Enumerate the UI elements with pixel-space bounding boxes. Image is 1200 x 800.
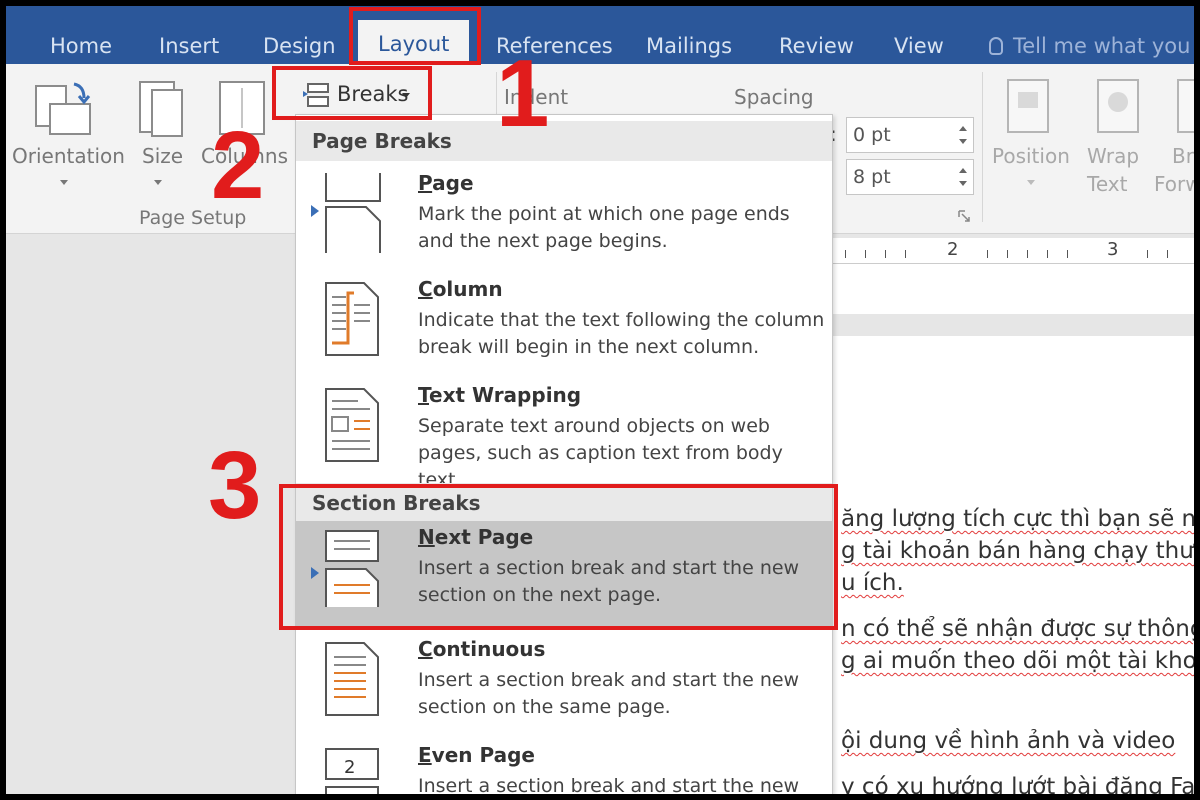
size-button[interactable]: Size — [142, 144, 183, 168]
tell-me-text: Tell me what you w — [1013, 34, 1194, 58]
ribbon-tab-bar: Home Insert Design Layout References Mai… — [6, 6, 1194, 64]
bring-forward-line1[interactable]: Brin — [1172, 144, 1194, 168]
title-rest: olumn — [432, 277, 503, 301]
menu-item-description: Mark the point at which one page ends an… — [418, 203, 790, 252]
highlight-layout-tab — [349, 7, 481, 65]
dialog-launcher-icon[interactable] — [958, 210, 970, 222]
spacing-label: Spacing — [734, 85, 814, 109]
document-page[interactable]: ăng lượng tích cực thì bạn sẽ nhậ g tài … — [831, 264, 1194, 794]
size-icon — [139, 81, 183, 137]
access-key: P — [418, 171, 433, 195]
menu-item-description: Insert a section break and start the new — [418, 775, 800, 794]
menu-item-column-break[interactable]: Column Indicate that the text following … — [296, 273, 832, 379]
menu-item-title: Page — [418, 171, 474, 195]
spacing-after-field[interactable]: 8 pt — [846, 159, 974, 195]
page-break-icon — [325, 173, 381, 253]
document-text-line: u ích. — [841, 570, 904, 596]
wrap-text-icon — [1097, 79, 1139, 133]
position-caret-icon — [1027, 180, 1035, 185]
menu-item-title: Continuous — [418, 637, 546, 661]
ribbon-separator — [982, 72, 983, 222]
menu-item-even-page[interactable]: 2 4 Even Page Insert a section break and… — [296, 739, 832, 794]
ruler-number-2: 2 — [947, 239, 959, 260]
step-number-2: 2 — [211, 112, 265, 219]
wrap-text-line2[interactable]: Text — [1087, 172, 1127, 196]
orientation-icon — [35, 82, 91, 135]
continuous-icon — [325, 642, 379, 716]
ruler-tick — [1067, 250, 1068, 258]
document-text-line: g ai muốn theo dõi một tài khoản l — [841, 648, 1194, 674]
document-text-line: ội dung về hình ảnh và video — [841, 728, 1176, 754]
menu-pointer-icon — [311, 205, 319, 217]
bring-forward-line2[interactable]: Forw — [1154, 172, 1194, 196]
highlight-next-page-section — [279, 484, 838, 630]
position-icon — [1007, 79, 1049, 133]
tab-home[interactable]: Home — [50, 28, 112, 64]
size-caret-icon — [154, 180, 162, 185]
menu-item-description: Insert a section break and start the new… — [418, 669, 800, 718]
document-gap — [831, 314, 1194, 336]
spacing-before-value: 0 pt — [853, 124, 891, 146]
tab-review[interactable]: Review — [779, 28, 854, 64]
orientation-caret-icon — [60, 180, 68, 185]
word-window: Home Insert Design Layout References Mai… — [6, 6, 1194, 794]
spin-up-icon[interactable] — [959, 126, 967, 131]
spin-down-icon[interactable] — [959, 181, 967, 186]
bring-forward-icon — [1177, 79, 1194, 133]
column-break-icon — [325, 282, 379, 356]
tab-mailings[interactable]: Mailings — [646, 28, 732, 64]
text-wrapping-icon — [325, 388, 379, 462]
spin-up-icon[interactable] — [959, 168, 967, 173]
menu-item-description: Indicate that the text following the col… — [418, 309, 825, 358]
horizontal-ruler: 2 3 — [831, 238, 1194, 264]
menu-item-description: Separate text around objects on web page… — [418, 415, 783, 491]
tell-me-box[interactable]: Tell me what you w — [989, 28, 1194, 64]
spacing-before-field[interactable]: 0 pt — [846, 117, 974, 153]
menu-item-title: Even Page — [418, 743, 535, 767]
ruler-tick — [1007, 250, 1008, 258]
orientation-button[interactable]: Orientation — [12, 144, 125, 168]
ruler-tick — [1027, 250, 1028, 258]
ruler-tick — [845, 250, 846, 258]
ruler-tick — [905, 250, 906, 258]
document-text-line: y có xu hướng lướt bài đăng Face — [841, 774, 1194, 794]
tab-design[interactable]: Design — [263, 28, 336, 64]
ruler-tick — [1167, 250, 1168, 258]
menu-item-title: Text Wrapping — [418, 383, 581, 407]
menu-item-continuous[interactable]: Continuous Insert a section break and st… — [296, 633, 832, 739]
menu-item-title: Column — [418, 277, 503, 301]
highlight-breaks-button — [272, 66, 432, 120]
menu-item-text-wrapping[interactable]: Text Wrapping Separate text around objec… — [296, 379, 832, 491]
ruler-tick — [885, 250, 886, 258]
ruler-tick — [1047, 250, 1048, 258]
svg-text:4: 4 — [344, 793, 355, 794]
menu-item-page-break[interactable]: Page Mark the point at which one page en… — [296, 167, 832, 273]
page-breaks-header: Page Breaks — [296, 121, 832, 161]
tab-view[interactable]: View — [894, 28, 944, 64]
document-text-line: n có thể sẽ nhận được sự thông c — [841, 616, 1194, 642]
step-number-1: 1 — [496, 40, 550, 147]
title-rest: age — [432, 171, 474, 195]
access-key: C — [418, 277, 433, 301]
step-number-3: 3 — [208, 432, 262, 539]
breaks-dropdown-menu: Page Breaks Page Mark the point at which… — [295, 114, 833, 794]
even-page-icon: 2 4 — [325, 748, 379, 794]
lightbulb-icon — [989, 37, 1003, 55]
ruler-number-3: 3 — [1107, 239, 1119, 260]
document-text-line: g tài khoản bán hàng chạy thường — [841, 538, 1194, 564]
document-text-line: ăng lượng tích cực thì bạn sẽ nhậ — [841, 506, 1194, 532]
ruler-tick — [865, 250, 866, 258]
ruler-tick — [987, 250, 988, 258]
spacing-after-value: 8 pt — [853, 166, 891, 188]
svg-text:2: 2 — [344, 757, 355, 778]
title-rest: ext Wrapping — [429, 383, 582, 407]
spin-down-icon[interactable] — [959, 139, 967, 144]
wrap-text-line1[interactable]: Wrap — [1087, 144, 1139, 168]
ruler-tick — [1147, 250, 1148, 258]
access-key: T — [418, 383, 429, 407]
tab-insert[interactable]: Insert — [159, 28, 219, 64]
position-button[interactable]: Position — [992, 144, 1070, 168]
